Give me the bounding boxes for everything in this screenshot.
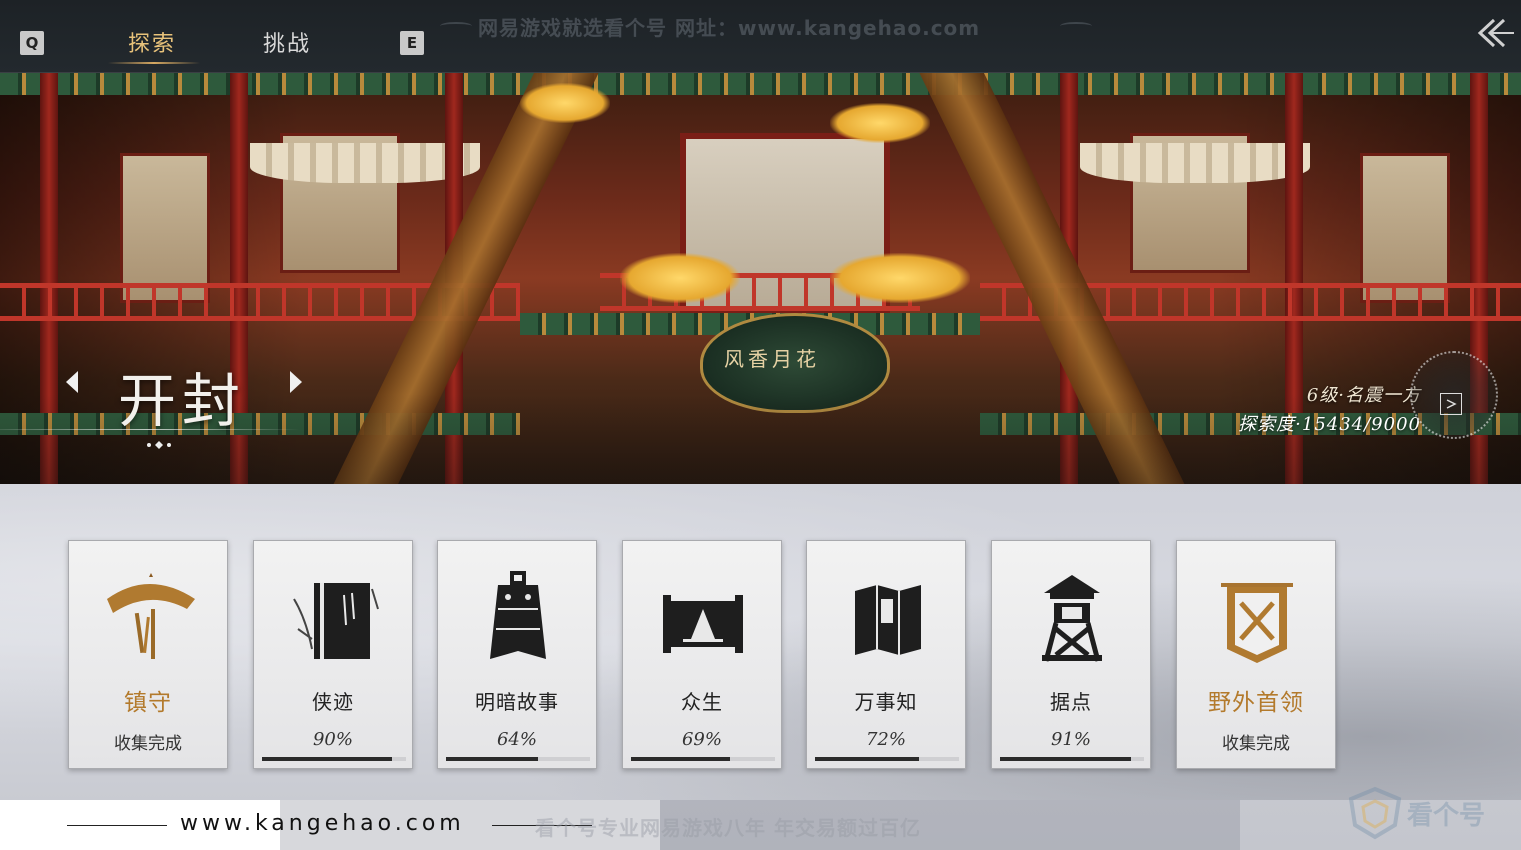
golden-cloud (830, 253, 970, 303)
watchtower-icon (1042, 575, 1102, 662)
top-bar: Q 探索 挑战 E 网易游戏就选看个号 网址：www.kangehao.com (0, 0, 1521, 73)
card-hero-traces[interactable]: 侠迹 90% (253, 540, 413, 769)
golden-cloud (830, 103, 930, 143)
next-city-button[interactable] (288, 369, 304, 402)
card-percent: 90% (312, 729, 353, 750)
golden-cloud (520, 83, 610, 123)
watermark-ornament-left (440, 22, 472, 30)
progress-fill (446, 757, 539, 761)
progress-fill (1000, 757, 1132, 761)
card-status: 收集完成 (114, 734, 182, 754)
footer-url: www.kangehao.com (180, 811, 465, 836)
watermark-text: 网易游戏就选看个号 网址：www.kangehao.com (478, 16, 981, 40)
card-label: 万事知 (854, 690, 918, 714)
card-beings[interactable]: 众生 69% (622, 540, 782, 769)
bamboo-hat-icon (107, 573, 195, 659)
card-field-bosses[interactable]: 野外首领 收集完成 (1176, 540, 1336, 769)
open-map-button[interactable] (1440, 393, 1462, 415)
card-status: 收集完成 (1222, 734, 1290, 754)
logo-watermark-text: 看个号 (1407, 801, 1486, 831)
crossed-swords-banner-icon (1221, 583, 1293, 663)
card-knowledge[interactable]: 万事知 72% (806, 540, 966, 769)
card-percent: 91% (1050, 729, 1091, 750)
card-strongholds[interactable]: 据点 91% (991, 540, 1151, 769)
card-label: 众生 (681, 690, 723, 714)
card-label: 明暗故事 (475, 690, 559, 714)
arrow-right-icon (290, 371, 302, 393)
card-label: 据点 (1050, 690, 1092, 714)
card-percent: 69% (681, 729, 722, 750)
wall-panel (120, 153, 210, 303)
double-chevron-left-icon (1477, 18, 1514, 48)
wall-panel (1360, 153, 1450, 303)
progress-fill (815, 757, 919, 761)
card-stories[interactable]: 明暗故事 64% (437, 540, 597, 769)
card-label: 侠迹 (312, 690, 354, 714)
card-label: 镇守 (124, 690, 172, 716)
card-label: 野外首领 (1208, 690, 1304, 716)
diamond-dots-icon (147, 441, 171, 449)
prev-tab-key-hint[interactable]: Q (20, 31, 44, 55)
city-name-divider (0, 429, 300, 430)
city-name: 开封 (118, 367, 247, 435)
shield-logo-icon (1348, 786, 1402, 840)
city-banner: 风香月花 开封 6级·名震一方 探索度·15434/9000 (0, 73, 1521, 484)
footer-rule-left (67, 825, 167, 826)
bell-icon (490, 571, 546, 659)
tab-challenge[interactable]: 挑战 (263, 26, 311, 58)
tab-explore[interactable]: 探索 (128, 26, 176, 58)
logo-watermark: 看个号 (1345, 785, 1515, 840)
watermark-ornament-right (1060, 22, 1092, 30)
book-icon (293, 583, 379, 659)
progress-fill (262, 757, 392, 761)
curtain (1080, 143, 1310, 183)
active-tab-underline (108, 62, 200, 64)
exploration-progress: 探索度·15434/9000 (1238, 414, 1421, 435)
map-expand-icon (1446, 399, 1457, 409)
scroll-painting-icon (663, 595, 743, 653)
card-guard[interactable]: 镇守 收集完成 (68, 540, 228, 769)
stage-sign-text: 风香月花 (724, 347, 820, 371)
city-level: 6级·名震一方 (1306, 385, 1421, 406)
card-percent: 64% (496, 729, 537, 750)
progress-fill (631, 757, 731, 761)
next-tab-key-hint[interactable]: E (400, 31, 424, 55)
page-indicator (146, 440, 172, 452)
back-button[interactable] (1474, 16, 1514, 50)
golden-cloud (620, 253, 740, 303)
folded-map-icon (855, 585, 921, 655)
arrow-left-icon (66, 371, 78, 393)
prev-city-button[interactable] (64, 369, 80, 402)
card-percent: 72% (865, 729, 906, 750)
footer-slogan: 看个号专业网易游戏八年 年交易额过百亿 (535, 816, 921, 840)
